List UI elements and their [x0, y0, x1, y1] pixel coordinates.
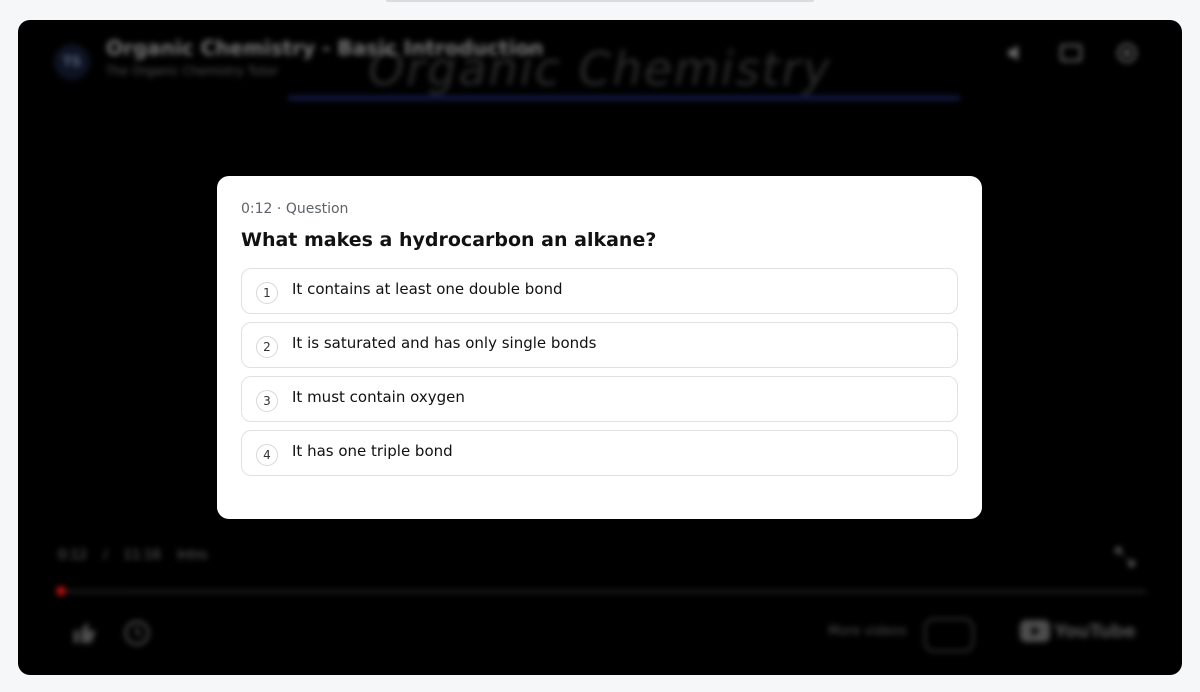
quiz-meta: 0:12 · Question	[241, 200, 958, 218]
settings-gear-icon[interactable]	[1114, 40, 1140, 66]
progress-bar[interactable]	[58, 590, 1146, 593]
option-text: It must contain oxygen	[292, 388, 465, 406]
board-underline	[288, 96, 960, 100]
quiz-meta-separator: ·	[276, 201, 282, 217]
time-current: 0:12	[58, 548, 88, 563]
chapter-label[interactable]: Intro	[177, 548, 207, 563]
option-text: It has one triple bond	[292, 442, 453, 460]
youtube-logo[interactable]: YouTube	[1020, 620, 1136, 642]
like-thumb-icon[interactable]	[70, 618, 100, 648]
quiz-options: 1 It contains at least one double bond 2…	[241, 268, 958, 476]
youtube-play-icon	[1020, 620, 1050, 642]
time-total: 11:16	[123, 548, 162, 563]
clock-icon[interactable]	[122, 618, 152, 648]
mute-icon[interactable]	[1004, 40, 1030, 66]
option-number-badge: 4	[256, 444, 278, 466]
option-text: It is saturated and has only single bond…	[292, 334, 597, 352]
time-readout: 0:12 / 11:16 Intro	[58, 548, 223, 563]
option-number-badge: 2	[256, 336, 278, 358]
quiz-timestamp: 0:12	[241, 201, 273, 217]
quiz-meta-label: Question	[285, 201, 349, 217]
more-videos-toggle[interactable]	[924, 618, 974, 652]
option-number-badge: 1	[256, 282, 278, 304]
quiz-option-3[interactable]: 3 It must contain oxygen	[241, 376, 958, 422]
fullscreen-icon[interactable]	[1112, 544, 1138, 570]
quiz-card: 0:12 · Question What makes a hydrocarbon…	[217, 176, 982, 519]
quiz-option-2[interactable]: 2 It is saturated and has only single bo…	[241, 322, 958, 368]
quiz-question: What makes a hydrocarbon an alkane?	[241, 229, 657, 251]
progress-scrubber-handle[interactable]	[56, 586, 66, 596]
option-text: It contains at least one double bond	[292, 280, 563, 298]
more-videos-label[interactable]: More videos	[828, 624, 907, 639]
top-strip	[386, 0, 814, 2]
captions-icon[interactable]	[1058, 40, 1084, 66]
option-number-badge: 3	[256, 390, 278, 412]
quiz-option-1[interactable]: 1 It contains at least one double bond	[241, 268, 958, 314]
time-separator: /	[103, 548, 108, 563]
quiz-option-4[interactable]: 4 It has one triple bond	[241, 430, 958, 476]
youtube-logo-text: YouTube	[1054, 620, 1136, 642]
